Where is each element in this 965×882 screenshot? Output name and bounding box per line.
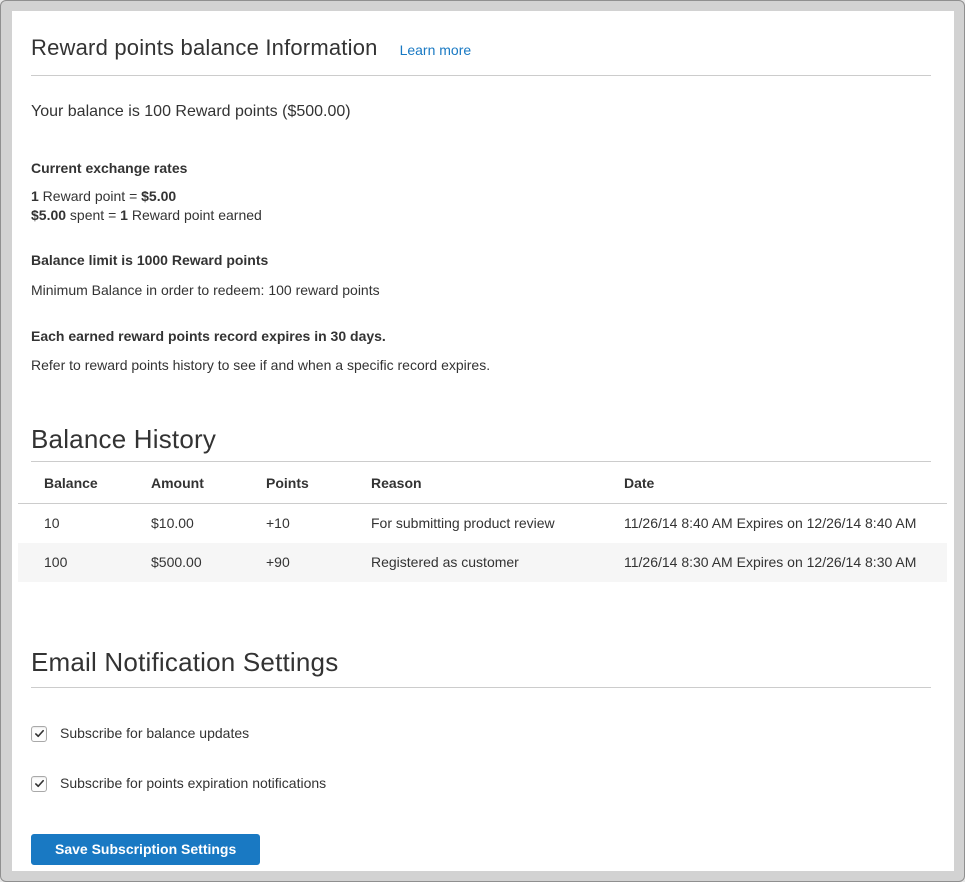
balance-summary: Your balance is 100 Reward points ($500.… [31, 101, 931, 122]
page-title: Reward points balance Information [31, 35, 378, 61]
earn-rate-line: 1 Reward point = $5.00 [31, 187, 931, 206]
column-header-reason: Reason [371, 462, 624, 504]
cell-amount: $500.00 [151, 543, 266, 582]
table-header-row: Balance Amount Points Reason Date [18, 462, 947, 504]
exchange-rates-heading: Current exchange rates [31, 159, 931, 178]
cell-date: 11/26/14 8:30 AM Expires on 12/26/14 8:3… [624, 543, 947, 582]
balance-limit-heading: Balance limit is 1000 Reward points [31, 251, 931, 270]
spend-rate-points: 1 [120, 207, 128, 223]
spend-rate-suffix: Reward point earned [128, 207, 262, 223]
email-settings-title: Email Notification Settings [31, 647, 931, 677]
expiration-text: Refer to reward points history to see if… [31, 356, 931, 375]
checkmark-icon [34, 728, 45, 739]
reward-points-page: Reward points balance Information Learn … [0, 0, 965, 882]
earn-rate-points: 1 [31, 188, 39, 204]
exchange-rates: 1 Reward point = $5.00 $5.00 spent = 1 R… [31, 187, 931, 225]
subscribe-balance-updates-row: Subscribe for balance updates [31, 724, 931, 743]
header-divider [31, 75, 931, 76]
spend-rate-text: spent = [66, 207, 120, 223]
cell-points: +10 [266, 504, 371, 544]
balance-history-title: Balance History [31, 424, 931, 454]
cell-balance: 10 [18, 504, 151, 544]
cell-date: 11/26/14 8:40 AM Expires on 12/26/14 8:4… [624, 504, 947, 544]
save-subscription-settings-button[interactable]: Save Subscription Settings [31, 834, 260, 865]
balance-history-table: Balance Amount Points Reason Date 10 $10… [18, 462, 947, 582]
earn-rate-text: Reward point = [39, 188, 141, 204]
expiration-heading: Each earned reward points record expires… [31, 327, 931, 346]
expiration-notifications-label[interactable]: Subscribe for points expiration notifica… [60, 774, 326, 793]
cell-points: +90 [266, 543, 371, 582]
column-header-points: Points [266, 462, 371, 504]
cell-balance: 100 [18, 543, 151, 582]
column-header-date: Date [624, 462, 947, 504]
column-header-balance: Balance [18, 462, 151, 504]
page-header: Reward points balance Information Learn … [31, 11, 931, 61]
cell-amount: $10.00 [151, 504, 266, 544]
expiration-notifications-checkbox[interactable] [31, 776, 47, 792]
table-row: 10 $10.00 +10 For submitting product rev… [18, 504, 947, 544]
balance-updates-checkbox[interactable] [31, 726, 47, 742]
spend-rate-line: $5.00 spent = 1 Reward point earned [31, 206, 931, 225]
learn-more-link[interactable]: Learn more [400, 42, 472, 58]
reward-info-card: Reward points balance Information Learn … [12, 11, 954, 871]
balance-updates-label[interactable]: Subscribe for balance updates [60, 724, 249, 743]
cell-reason: For submitting product review [371, 504, 624, 544]
spend-rate-value: $5.00 [31, 207, 66, 223]
table-row: 100 $500.00 +90 Registered as customer 1… [18, 543, 947, 582]
balance-history-table-wrap: Balance Amount Points Reason Date 10 $10… [18, 462, 947, 582]
subscribe-expiration-row: Subscribe for points expiration notifica… [31, 774, 931, 793]
checkmark-icon [34, 778, 45, 789]
email-settings-divider [31, 687, 931, 688]
minimum-balance-text: Minimum Balance in order to redeem: 100 … [31, 281, 931, 300]
earn-rate-value: $5.00 [141, 188, 176, 204]
column-header-amount: Amount [151, 462, 266, 504]
cell-reason: Registered as customer [371, 543, 624, 582]
